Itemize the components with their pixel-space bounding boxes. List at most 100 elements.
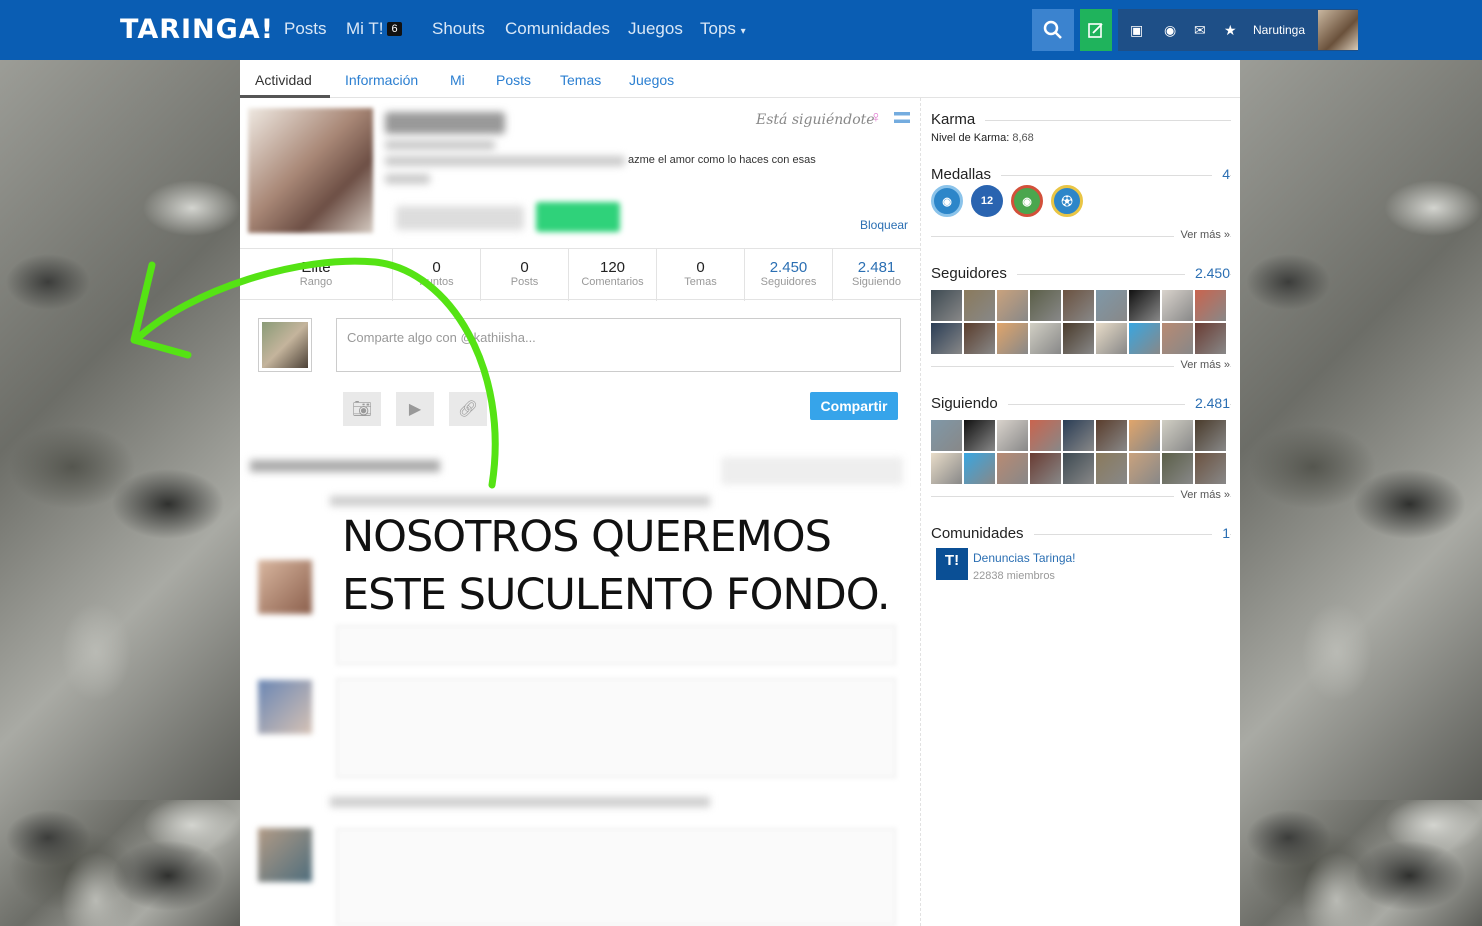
user-avatar-thumbnail[interactable] [1096, 323, 1127, 354]
username[interactable]: Narutinga [1253, 23, 1305, 37]
profile-bio-blurred-2 [385, 174, 430, 184]
user-avatar-thumbnail[interactable] [1096, 453, 1127, 484]
follow-button[interactable] [536, 202, 620, 232]
feed-filter-select[interactable] [722, 458, 902, 484]
tab-juegos[interactable]: Juegos [629, 72, 674, 88]
user-avatar-thumbnail[interactable] [931, 420, 962, 451]
chevron-down-icon: ▾ [740, 26, 746, 37]
tab-temas[interactable]: Temas [560, 72, 601, 88]
stat-label: Seguidores [760, 276, 817, 288]
taringa-logo[interactable]: TARINGA! [120, 14, 274, 45]
edit-icon [1088, 23, 1103, 38]
background-image-right-repeat [1240, 800, 1482, 926]
user-avatar-thumbnail[interactable] [1195, 420, 1226, 451]
user-avatar-thumbnail[interactable] [1195, 323, 1226, 354]
followers-count[interactable]: 2.450 [1184, 265, 1230, 281]
eye-icon[interactable]: ◉ [1164, 22, 1176, 39]
eye-medal-icon[interactable]: ◉ [931, 185, 963, 217]
user-avatar-thumbnail[interactable] [1063, 420, 1094, 451]
user-avatar-thumbnail[interactable] [1063, 290, 1094, 321]
nav-posts[interactable]: Posts [284, 19, 327, 39]
followers-see-more[interactable]: Ver más » [1174, 359, 1230, 371]
nav-comunidades[interactable]: Comunidades [505, 19, 610, 39]
search-button[interactable] [1032, 9, 1074, 51]
mail-icon[interactable]: ✉ [1194, 22, 1206, 39]
medals-see-more[interactable]: Ver más » [1174, 229, 1230, 241]
block-link[interactable]: Bloquear [860, 218, 908, 232]
user-avatar-thumbnail[interactable] [1063, 323, 1094, 354]
monitor-icon[interactable]: ▣ [1130, 22, 1143, 39]
notification-badge: 6 [387, 22, 402, 36]
user-avatar-thumbnail[interactable] [1129, 420, 1160, 451]
stat-siguiendo[interactable]: 2.481 Siguiendo [832, 249, 920, 301]
nav-shouts[interactable]: Shouts [432, 19, 485, 39]
profile-bio-text: azme el amor como lo haces con esas [628, 154, 816, 166]
user-avatar-thumbnail[interactable] [1129, 323, 1160, 354]
arrow-annotation [130, 257, 499, 489]
user-avatar-thumbnail[interactable] [964, 453, 995, 484]
user-avatar-thumbnail[interactable] [997, 453, 1028, 484]
nav-tops[interactable]: Tops ▾ [700, 19, 746, 39]
background-image-right [1240, 60, 1482, 800]
user-avatar[interactable] [1318, 10, 1358, 50]
user-avatar-thumbnail[interactable] [997, 290, 1028, 321]
communities-title: Comunidades [931, 525, 1034, 542]
caption-line-2: ESTE SUCULENTO FONDO. [342, 570, 891, 620]
stat-seguidores[interactable]: 2.450 Seguidores [744, 249, 832, 301]
community-logo[interactable]: T! [936, 548, 968, 580]
stat-value: 2.450 [769, 259, 808, 276]
active-tab-indicator [240, 95, 330, 98]
user-avatar-thumbnail[interactable] [997, 323, 1028, 354]
eye-green-medal-icon[interactable]: ◉ [1011, 185, 1043, 217]
user-avatar-thumbnail[interactable] [1129, 453, 1160, 484]
user-menu: ▣ ◉ ✉ ★ Narutinga [1118, 9, 1358, 51]
user-avatar-thumbnail[interactable] [1030, 453, 1061, 484]
user-avatar-thumbnail[interactable] [997, 420, 1028, 451]
karma-title: Karma [931, 111, 986, 128]
user-avatar-thumbnail[interactable] [1129, 290, 1160, 321]
soccer-medal-icon[interactable]: ⚽︎ [1051, 185, 1083, 217]
following-count[interactable]: 2.481 [1184, 395, 1230, 411]
caption-line-1: NOSOTROS QUEREMOS [342, 512, 832, 562]
stat-temas[interactable]: 0 Temas [656, 249, 744, 301]
user-avatar-thumbnail[interactable] [1162, 323, 1193, 354]
karma-value: 8,68 [1012, 132, 1034, 144]
user-avatar-thumbnail[interactable] [1030, 420, 1061, 451]
user-avatar-thumbnail[interactable] [931, 290, 962, 321]
medals-count[interactable]: 4 [1212, 166, 1230, 182]
profile-name-blurred [385, 112, 505, 134]
nav-mi-t[interactable]: Mi T! 6 [346, 19, 402, 39]
user-avatar-thumbnail[interactable] [1096, 290, 1127, 321]
send-message-button[interactable] [396, 206, 524, 230]
user-avatar-thumbnail[interactable] [931, 453, 962, 484]
community-name[interactable]: Denuncias Taringa! [973, 551, 1076, 565]
user-avatar-thumbnail[interactable] [1162, 420, 1193, 451]
user-avatar-thumbnail[interactable] [1030, 290, 1061, 321]
star-icon[interactable]: ★ [1224, 22, 1237, 39]
user-avatar-thumbnail[interactable] [964, 290, 995, 321]
user-avatar-thumbnail[interactable] [1096, 420, 1127, 451]
profile-bio-blurred [385, 156, 625, 166]
write-post-button[interactable] [1080, 9, 1112, 51]
stat-comentarios[interactable]: 120 Comentarios [568, 249, 656, 301]
user-avatar-thumbnail[interactable] [964, 420, 995, 451]
user-avatar-thumbnail[interactable] [1195, 453, 1226, 484]
user-avatar-thumbnail[interactable] [964, 323, 995, 354]
tab-informacion[interactable]: Información [345, 72, 418, 88]
share-button[interactable]: Compartir [810, 392, 898, 420]
feed-card [336, 678, 896, 778]
following-see-more[interactable]: Ver más » [1174, 489, 1230, 501]
user-avatar-thumbnail[interactable] [1162, 290, 1193, 321]
user-avatar-thumbnail[interactable] [1162, 453, 1193, 484]
nav-juegos[interactable]: Juegos [628, 19, 683, 39]
tab-actividad[interactable]: Actividad [255, 72, 312, 88]
nav-mi-t-label: Mi T! [346, 19, 384, 38]
anniversary-medal-icon[interactable]: 12 [971, 185, 1003, 217]
communities-count[interactable]: 1 [1212, 525, 1230, 541]
user-avatar-thumbnail[interactable] [1030, 323, 1061, 354]
user-avatar-thumbnail[interactable] [1063, 453, 1094, 484]
user-avatar-thumbnail[interactable] [1195, 290, 1226, 321]
tab-mi[interactable]: Mi [450, 72, 465, 88]
user-avatar-thumbnail[interactable] [931, 323, 962, 354]
tab-posts[interactable]: Posts [496, 72, 531, 88]
